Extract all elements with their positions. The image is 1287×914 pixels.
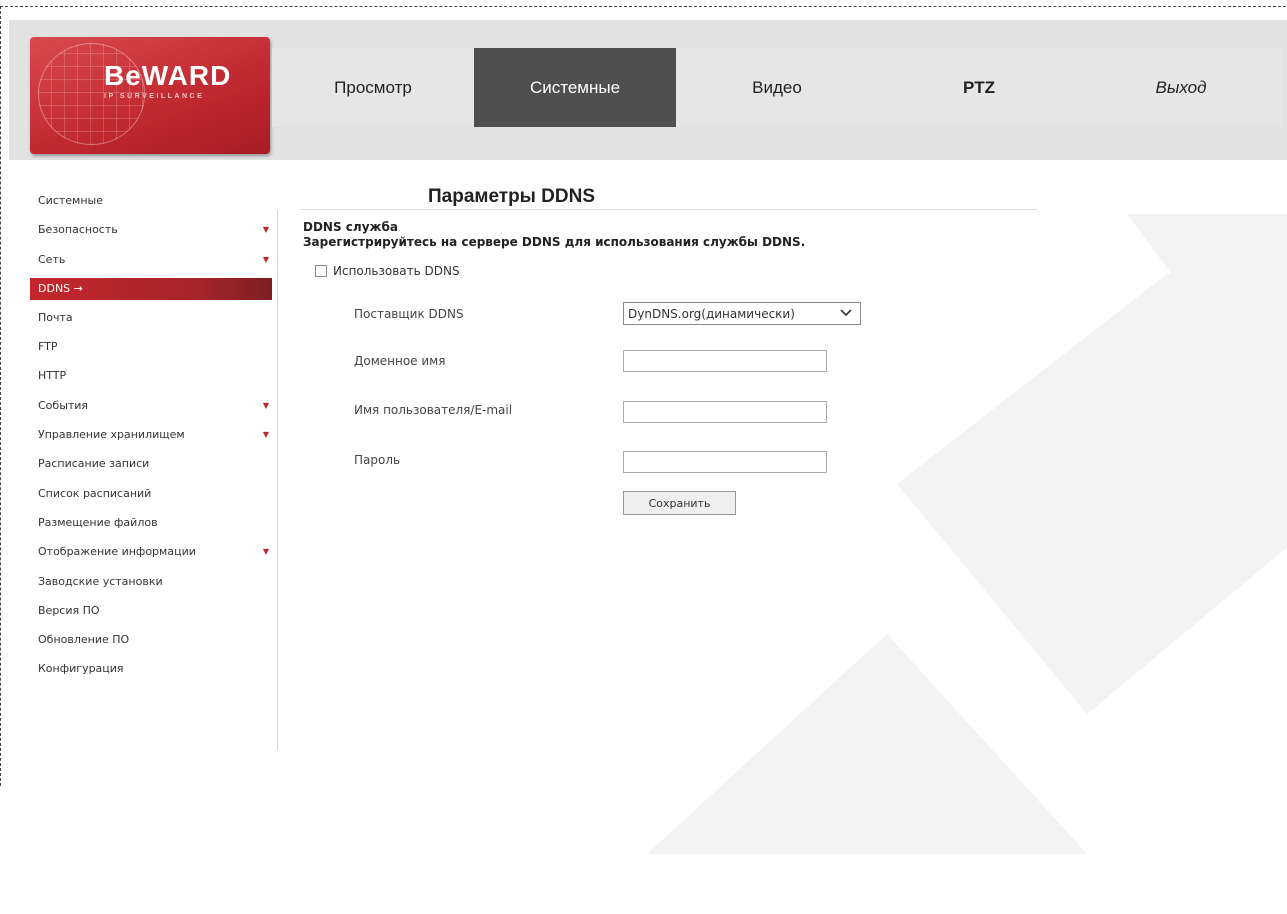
sidebar-item-label: Отображение информации (38, 545, 196, 559)
expand-arrow-icon[interactable]: ▼ (263, 392, 269, 420)
sidebar-item-firmware-update[interactable]: Обновление ПО (30, 626, 272, 655)
sidebar-item-label: Почта (38, 310, 73, 324)
sidebar-item-label: FTP (38, 340, 58, 354)
sidebar-item-label: Безопасность (38, 223, 118, 237)
sidebar-item-label: События (38, 398, 89, 412)
sidebar-item-label: Сеть (38, 252, 66, 266)
sidebar-item-label: Управление хранилищем (38, 428, 185, 442)
sidebar-item-label: Системные (38, 194, 103, 207)
sidebar-item-events[interactable]: События ▼ (30, 392, 272, 421)
expand-arrow-icon[interactable]: ▼ (263, 216, 269, 244)
beward-logo[interactable]: BeWARD IP SURVEILLANCE (30, 37, 270, 154)
section-subtitle: Зарегистрируйтесь на сервере DDNS для ис… (303, 235, 806, 249)
username-input[interactable] (623, 401, 827, 423)
tab-logout[interactable]: Выход (1080, 48, 1282, 127)
provider-label: Поставщик DDNS (354, 307, 464, 321)
sidebar-menu: Системные Безопасность ▼ Сеть ▼ DDNS → Поч… (30, 187, 272, 685)
sidebar-item-schedule-list[interactable]: Список расписаний (30, 480, 272, 509)
sidebar-divider (277, 210, 278, 750)
page-title: Параметры DDNS (428, 186, 596, 207)
sidebar-item-system[interactable]: Системные (30, 187, 272, 216)
tab-ptz[interactable]: PTZ (878, 48, 1080, 127)
sidebar-item-storage[interactable]: Управление хранилищем ▼ (30, 421, 272, 450)
sidebar-item-label: Обновление ПО (38, 633, 130, 647)
sidebar-item-ddns[interactable]: DDNS → (30, 277, 272, 300)
expand-arrow-icon[interactable]: ▼ (263, 421, 269, 449)
use-ddns-row: Использовать DDNS (315, 264, 460, 278)
password-label: Пароль (354, 453, 401, 467)
password-input[interactable] (623, 451, 827, 473)
main-nav: Просмотр Системные Видео PTZ Выход (272, 48, 1282, 127)
sidebar-item-configuration[interactable]: Конфигурация (30, 655, 272, 684)
chevron-down-icon (840, 305, 852, 324)
sidebar-item-ftp[interactable]: FTP (30, 333, 272, 362)
sidebar-item-mail[interactable]: Почта (30, 304, 272, 333)
sidebar-item-file-location[interactable]: Размещение файлов (30, 509, 272, 538)
domain-label: Доменное имя (354, 354, 446, 368)
provider-select[interactable]: DynDNS.org(динамически) (623, 302, 861, 325)
sidebar-item-info-display[interactable]: Отображение информации ▼ (30, 538, 272, 567)
sidebar-item-network[interactable]: Сеть ▼ (30, 246, 272, 275)
tab-view[interactable]: Просмотр (272, 48, 474, 127)
expand-arrow-icon[interactable]: ▼ (263, 246, 269, 274)
tab-system[interactable]: Системные (474, 48, 676, 127)
sidebar-item-label: Версия ПО (38, 603, 100, 617)
logo-brand: BeWARD (104, 60, 232, 91)
use-ddns-checkbox[interactable] (315, 265, 327, 277)
sidebar-item-label: Расписание записи (38, 457, 150, 471)
sidebar-item-label: Конфигурация (38, 662, 124, 676)
save-button[interactable]: Сохранить (623, 491, 736, 515)
section-title: DDNS служба (303, 220, 398, 234)
domain-input[interactable] (623, 350, 827, 372)
sidebar-item-http[interactable]: HTTP (30, 362, 272, 391)
logo-tagline: IP SURVEILLANCE (104, 93, 205, 100)
sidebar-item-security[interactable]: Безопасность ▼ (30, 216, 272, 245)
tab-video[interactable]: Видео (676, 48, 878, 127)
username-label: Имя пользователя/E-mail (354, 403, 513, 417)
sidebar-item-label: Заводские установки (38, 574, 163, 588)
sidebar-item-label: Список расписаний (38, 486, 152, 500)
sidebar-item-factory-defaults[interactable]: Заводские установки (30, 568, 272, 597)
use-ddns-label: Использовать DDNS (333, 264, 460, 278)
expand-arrow-icon[interactable]: ▼ (263, 538, 269, 566)
sidebar-item-firmware-version[interactable]: Версия ПО (30, 597, 272, 626)
sidebar-item-record-schedule[interactable]: Расписание записи (30, 450, 272, 479)
sidebar-item-label: HTTP (38, 369, 67, 383)
sidebar-item-label: DDNS → (38, 281, 83, 295)
provider-select-value: DynDNS.org(динамически) (628, 306, 795, 321)
sidebar-item-label: Размещение файлов (38, 515, 158, 529)
title-underline (300, 209, 1037, 210)
